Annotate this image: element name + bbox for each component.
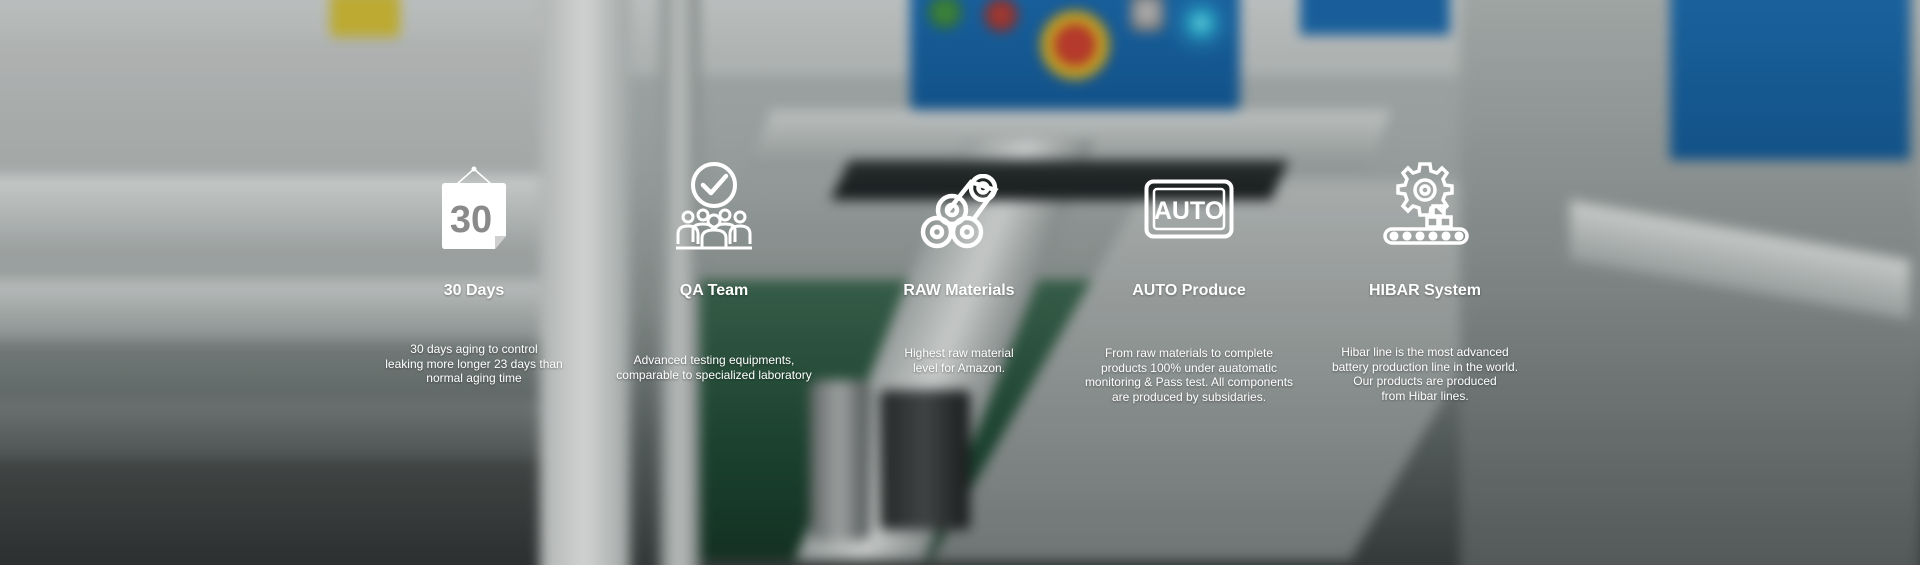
qa-team-icon bbox=[604, 160, 824, 252]
auto-icon-label: AUTO bbox=[1154, 197, 1224, 225]
feature-description-line: normal aging time bbox=[426, 371, 522, 385]
feature-description-line: are produced by subsidaries. bbox=[1111, 389, 1267, 404]
feature-description-line: From raw materials to complete bbox=[1104, 346, 1274, 360]
feature-title: HIBAR System bbox=[1368, 282, 1482, 299]
feature-description-line: Our products are produced bbox=[1353, 374, 1497, 388]
feature-description: 30 days aging to control leaking more lo… bbox=[369, 342, 579, 386]
feature-description-line: Hibar line is the most advanced bbox=[1341, 345, 1509, 359]
production-line-icon bbox=[1315, 160, 1535, 252]
feature-description-line: Highest raw material bbox=[904, 346, 1014, 360]
feature-description-line: 30 days aging to control bbox=[410, 342, 538, 356]
calendar-icon: 30 bbox=[364, 164, 584, 256]
feature-description: Hibar line is the most advanced battery … bbox=[1320, 345, 1530, 403]
calendar-number: 30 bbox=[450, 199, 492, 241]
feature-description-line: comparable to specialized laboratory bbox=[616, 367, 812, 382]
raw-materials-icon bbox=[849, 168, 1069, 260]
feature-description: Advanced testing equipments, comparable … bbox=[609, 353, 819, 382]
feature-description-line: leaking more longer 23 days than bbox=[385, 356, 563, 371]
feature-description-line: battery production line in the world. bbox=[1331, 359, 1519, 374]
auto-icon: AUTO bbox=[1079, 164, 1299, 256]
feature-description-line: level for Amazon. bbox=[912, 360, 1006, 375]
feature-description-line: monitoring & Pass test. All components bbox=[1084, 375, 1294, 389]
feature-description: From raw materials to complete products … bbox=[1084, 346, 1294, 404]
feature-title: AUTO Produce bbox=[1132, 282, 1246, 299]
feature-title: QA Team bbox=[679, 282, 749, 299]
feature-description-line: Advanced testing equipments, bbox=[633, 353, 795, 367]
feature-description-line: from Hibar lines. bbox=[1381, 388, 1469, 403]
feature-title: RAW Materials bbox=[903, 282, 1015, 299]
features-section: 30 30 Days 30 days aging to control leak… bbox=[0, 0, 1920, 565]
feature-description: Highest raw material level for Amazon. bbox=[854, 346, 1064, 375]
feature-description-line: products 100% under auatomatic bbox=[1100, 360, 1278, 375]
feature-title: 30 Days bbox=[443, 282, 505, 299]
